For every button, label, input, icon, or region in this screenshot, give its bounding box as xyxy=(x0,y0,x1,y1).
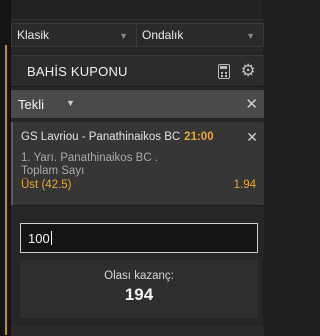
chevron-down-icon: ▼ xyxy=(119,31,128,41)
bet-market-line1: 1. Yarı. Panathinaikos BC . xyxy=(21,152,159,164)
odds-format-select[interactable]: Ondalık ▼ xyxy=(137,23,264,47)
stake-area: 100 xyxy=(11,207,264,259)
potential-payout-label: Olası kazanç: xyxy=(104,270,174,282)
bet-market-line2: Toplam Sayı xyxy=(21,165,85,177)
odds-format-select-value: Ondalık xyxy=(142,28,184,42)
app-root: Klasik ▼ Ondalık ▼ BAHİS KUPONU ⚙ Tekli … xyxy=(0,0,264,336)
bet-selection: Üst (42.5) xyxy=(21,179,72,191)
odds-style-select-value: Klasik xyxy=(17,28,50,42)
bet-match-line: GS Lavriou - Panathinaikos BC 21:00 xyxy=(21,131,256,143)
odds-style-select[interactable]: Klasik ▼ xyxy=(11,23,137,47)
gear-icon[interactable]: ⚙ xyxy=(241,61,256,81)
bet-market: 1. Yarı. Panathinaikos BC . Toplam Sayı xyxy=(21,152,256,178)
text-cursor xyxy=(50,231,52,245)
betslip-panel: Klasik ▼ Ondalık ▼ BAHİS KUPONU ⚙ Tekli … xyxy=(10,0,264,336)
bet-selection-card: GS Lavriou - Panathinaikos BC 21:00 ✕ 1. … xyxy=(11,122,264,206)
bet-type-select[interactable]: Tekli ▼ ✕ xyxy=(11,90,264,118)
remove-bet-close-icon[interactable]: ✕ xyxy=(246,129,258,146)
odds-format-selects: Klasik ▼ Ondalık ▼ xyxy=(11,23,264,47)
potential-payout-box: Olası kazanç: 194 xyxy=(20,260,258,318)
bet-match-time: 21:00 xyxy=(184,131,214,143)
panel-top-strip xyxy=(11,0,263,20)
potential-payout-value: 194 xyxy=(124,285,154,304)
clear-betslip-close-icon[interactable]: ✕ xyxy=(245,95,258,113)
bet-type-label: Tekli xyxy=(18,96,45,112)
stake-input[interactable]: 100 xyxy=(20,223,258,253)
stake-input-value: 100 xyxy=(28,230,50,246)
bet-odds: 1.94 xyxy=(233,179,256,191)
accent-line xyxy=(5,45,7,335)
betslip-header: BAHİS KUPONU ⚙ xyxy=(11,55,264,87)
calculator-icon[interactable] xyxy=(218,64,230,79)
bet-selection-row: Üst (42.5) 1.94 xyxy=(21,179,256,191)
left-sidebar-strip xyxy=(0,0,10,336)
panel-bottom-bar xyxy=(11,326,264,336)
bet-match-name: GS Lavriou - Panathinaikos BC xyxy=(21,131,181,143)
betslip-title: BAHİS KUPONU xyxy=(27,63,128,79)
chevron-down-icon: ▼ xyxy=(246,31,255,41)
chevron-down-icon: ▼ xyxy=(66,98,75,108)
